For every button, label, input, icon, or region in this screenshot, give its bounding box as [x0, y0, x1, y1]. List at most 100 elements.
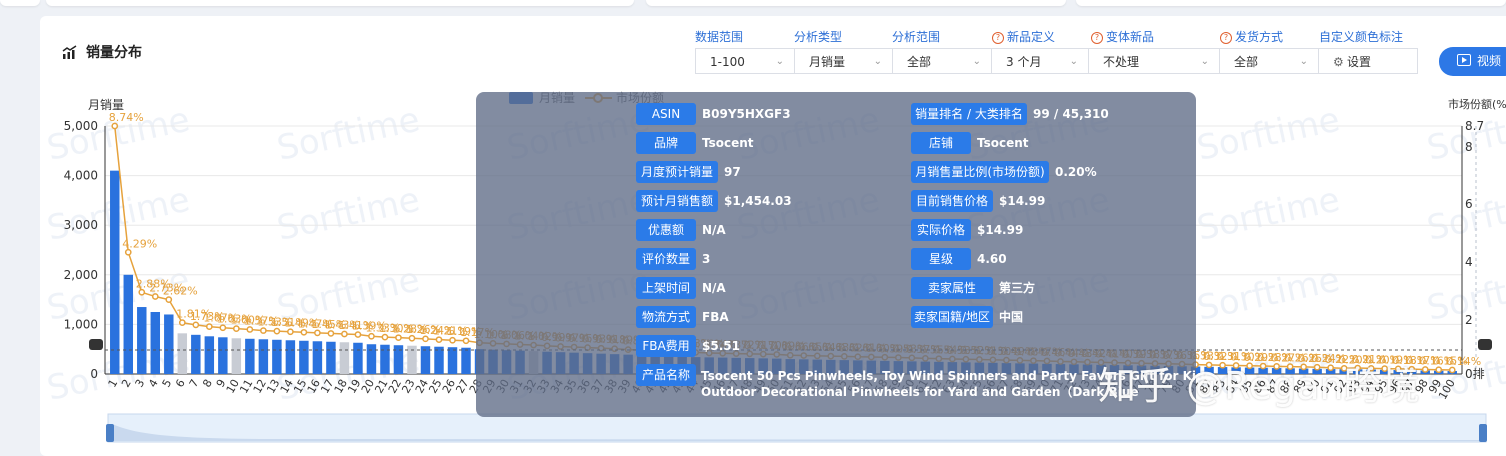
market-share-label: 4.29%	[122, 237, 157, 250]
bar	[204, 336, 215, 374]
bar	[299, 340, 309, 374]
market-share-point	[381, 333, 389, 341]
watermark-logo: Sorftime	[1194, 100, 1344, 169]
tooltip-key: 星级	[911, 248, 971, 270]
bar	[110, 170, 120, 374]
tooltip-key: 卖家属性	[911, 277, 993, 299]
y-tick-label: 3,000	[64, 218, 98, 232]
bar	[150, 312, 161, 374]
market-share-point	[111, 122, 119, 130]
y2-axis-label: 市场份额(%	[1448, 97, 1506, 111]
bar	[285, 340, 296, 374]
tooltip-value: B09Y5HXGF3	[702, 107, 791, 121]
watermark-logo: Sorftime	[1424, 180, 1506, 249]
market-share-point	[395, 334, 402, 342]
y2-tick-label: 2	[1465, 313, 1473, 327]
bar	[339, 342, 350, 374]
market-share-point	[287, 328, 294, 336]
market-share-point	[1421, 366, 1429, 373]
tooltip-key: 上架时间	[636, 277, 696, 299]
y2-tick-label: 0排	[1465, 367, 1485, 381]
market-share-point	[232, 325, 240, 332]
market-share-point	[422, 335, 429, 343]
bar	[258, 339, 269, 374]
axis-pointer-handle	[89, 339, 103, 350]
market-share-point	[449, 336, 456, 344]
bar	[312, 341, 323, 374]
bar	[366, 344, 377, 374]
tooltip-value: $14.99	[999, 194, 1046, 208]
bar	[231, 338, 242, 374]
zoom-handle-right	[1479, 424, 1487, 442]
bar	[272, 339, 282, 374]
y-tick-label: 2,000	[64, 268, 98, 282]
market-share-point	[1448, 366, 1456, 374]
market-share-point	[314, 329, 321, 337]
y-axis-label: 月销量	[88, 98, 124, 112]
market-share-point	[435, 336, 443, 344]
tooltip-value: 中国	[999, 310, 1024, 324]
market-share-point	[341, 330, 348, 338]
watermark-logo: Sorftime	[274, 100, 424, 169]
tooltip-value: 3	[702, 252, 711, 266]
market-share-label: 0.14%	[1446, 355, 1481, 368]
tooltip-value: 0.20%	[1055, 165, 1097, 179]
tooltip-key: 店铺	[911, 132, 971, 154]
tooltip-value: 第三方	[999, 281, 1036, 295]
watermark-logo: Sorftime	[1194, 180, 1344, 249]
bar	[191, 334, 201, 374]
tooltip-value: $1,454.03	[724, 194, 792, 208]
bar	[137, 307, 147, 374]
tooltip-value: $14.99	[977, 223, 1024, 237]
watermark-logo: Sorftime	[1194, 260, 1344, 329]
market-share-point	[165, 296, 173, 304]
market-share-point	[192, 321, 200, 329]
y-tick-label: 4,000	[64, 169, 98, 183]
tooltip-value: N/A	[702, 223, 726, 237]
bar	[461, 347, 471, 374]
market-share-point	[408, 334, 416, 342]
zoom-slider-track	[107, 413, 1487, 443]
market-share-point	[1435, 366, 1443, 374]
market-share-point	[300, 328, 308, 336]
y2-tick-label: 6	[1465, 197, 1473, 211]
tooltip-key: 月销售量比例(市场份额)	[911, 161, 1049, 183]
market-share-point	[273, 327, 281, 335]
bar	[123, 274, 133, 374]
y2-tick-label: 8.7	[1465, 119, 1484, 133]
y2-tick-label: 4	[1465, 255, 1473, 269]
tooltip-value: N/A	[702, 281, 726, 295]
tooltip-value: FBA	[702, 310, 729, 324]
tooltip-key: 优惠额	[636, 219, 696, 241]
tooltip-key: 实际价格	[911, 219, 971, 241]
market-share-point	[138, 288, 146, 296]
market-share-point	[205, 323, 213, 330]
market-share-point	[368, 332, 375, 340]
tooltip-key: 预计月销售额	[636, 190, 718, 212]
watermark-text: 知乎 @Regan跨境	[1098, 364, 1420, 408]
y-tick-label: 1,000	[64, 317, 98, 331]
market-share-label: 2.62%	[163, 285, 198, 298]
market-share-point	[354, 331, 362, 338]
tooltip-value: 97	[724, 165, 741, 179]
market-share-point	[260, 327, 267, 334]
axis-pointer-handle	[1478, 339, 1492, 350]
y-tick-label: 5,000	[64, 119, 98, 133]
tooltip-key: 卖家国籍/地区	[911, 306, 993, 328]
tooltip-key: 品牌	[636, 132, 696, 154]
product-name-line: Outdoor Decorational Pinwheels for Yard …	[701, 385, 1139, 399]
market-share-point	[327, 330, 335, 337]
y2-tick-label: 8	[1465, 140, 1473, 154]
bar	[353, 342, 363, 374]
tooltip-key: 目前销售价格	[911, 190, 993, 212]
bar	[218, 337, 228, 374]
market-share-label: 8.74%	[109, 111, 144, 124]
bar	[447, 347, 458, 374]
market-share-point	[124, 248, 132, 256]
market-share-point	[219, 324, 227, 332]
tooltip-value: $5.51	[702, 339, 740, 353]
watermark-logo: Sorftime	[274, 180, 424, 249]
y-tick-label: 0	[90, 367, 98, 381]
bar	[326, 341, 336, 374]
tooltip-value: 4.60	[977, 252, 1007, 266]
